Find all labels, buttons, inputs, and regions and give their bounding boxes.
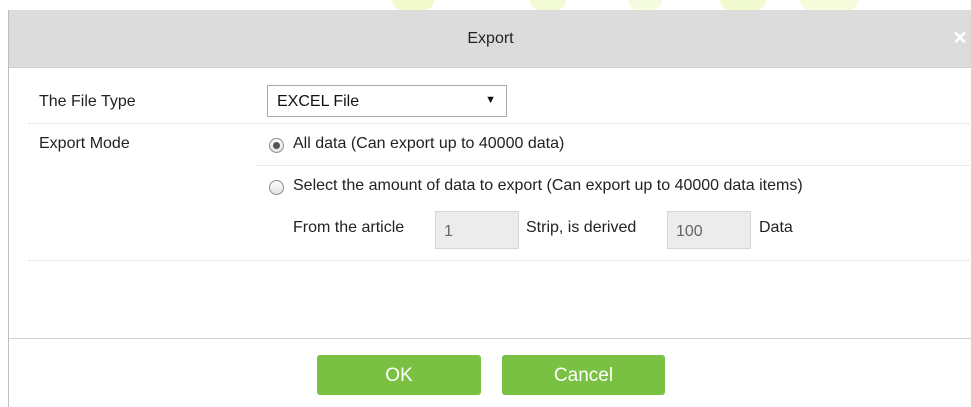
watermark-fragment: [800, 0, 858, 10]
row-divider: [29, 123, 969, 124]
file-type-select[interactable]: EXCEL File ▼: [267, 85, 507, 117]
ok-button[interactable]: OK: [317, 355, 481, 395]
row-divider: [257, 165, 969, 166]
watermark-fragment: [720, 0, 766, 10]
radio-selected-dot: [273, 142, 280, 149]
dialog-titlebar: Export ✕: [9, 10, 971, 68]
from-article-input[interactable]: 1: [435, 211, 519, 249]
caret-down-icon: ▼: [485, 94, 496, 106]
row-divider: [29, 260, 969, 261]
footer-divider: [9, 338, 971, 339]
radio-all-data-label[interactable]: All data (Can export up to 40000 data): [293, 135, 564, 153]
radio-select-amount[interactable]: [269, 180, 284, 195]
watermark-fragment: [392, 0, 434, 10]
radio-all-data[interactable]: [269, 138, 284, 153]
export-mode-label: Export Mode: [39, 135, 130, 152]
cancel-button[interactable]: Cancel: [502, 355, 665, 395]
dialog-title: Export: [467, 30, 514, 47]
watermark-fragment: [628, 0, 662, 10]
close-icon[interactable]: ✕: [950, 27, 970, 49]
range-middle-label: Strip, is derived: [526, 219, 637, 236]
data-count-input[interactable]: 100: [667, 211, 751, 249]
radio-select-amount-label[interactable]: Select the amount of data to export (Can…: [293, 177, 803, 195]
file-type-label: The File Type: [39, 93, 136, 110]
range-suffix-label: Data: [759, 219, 793, 236]
watermark-fragment: [530, 0, 566, 10]
file-type-selected-value: EXCEL File: [277, 93, 360, 110]
export-dialog: Export ✕ The File Type EXCEL File ▼ Expo…: [8, 10, 971, 407]
range-from-label: From the article: [293, 219, 405, 236]
